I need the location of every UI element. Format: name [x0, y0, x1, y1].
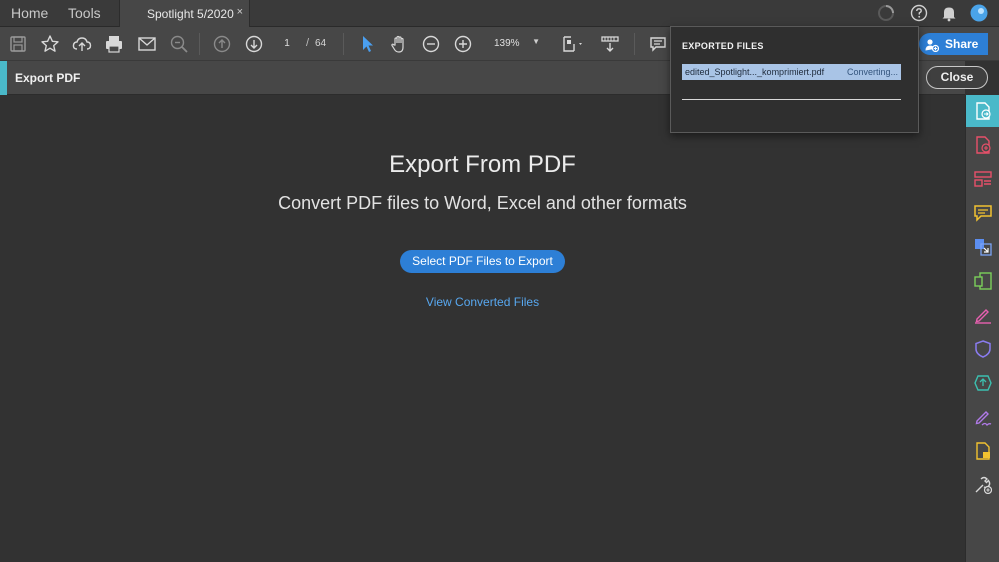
document-tab-label: Spotlight 5/2020 — [147, 7, 234, 21]
zoom-in-icon[interactable] — [453, 34, 473, 54]
view-converted-files-link[interactable]: View Converted Files — [0, 295, 965, 309]
scroll-mode-icon[interactable] — [600, 34, 620, 54]
loading-spinner-icon — [877, 4, 895, 22]
exported-file-name: edited_Spotlight..._komprimiert.pdf — [685, 67, 825, 77]
edit-pdf-icon[interactable] — [974, 272, 992, 290]
create-pdf-icon[interactable] — [974, 136, 992, 154]
comment-tool-icon[interactable] — [974, 204, 992, 222]
page-display-icon[interactable] — [561, 34, 587, 54]
zoom-level-value: 139% — [494, 38, 520, 49]
right-tools-rail — [965, 95, 999, 562]
organize-pages-icon[interactable] — [974, 170, 992, 188]
enhance-scans-icon[interactable] — [974, 374, 992, 392]
toolbar-divider — [199, 33, 200, 55]
select-pdf-files-button[interactable]: Select PDF Files to Export — [400, 250, 565, 273]
more-tools-icon[interactable] — [974, 476, 993, 495]
export-pdf-panel: Export From PDF Convert PDF files to Wor… — [0, 96, 965, 562]
popover-divider — [682, 99, 901, 100]
help-icon[interactable] — [910, 4, 928, 22]
tab-bar: Home Tools Spotlight 5/2020 × — [0, 0, 999, 28]
page-separator: / — [306, 37, 310, 49]
zoom-level-select[interactable]: 139% ▼ — [490, 37, 546, 53]
find-zoom-icon[interactable] — [169, 34, 189, 54]
request-signatures-icon[interactable] — [974, 408, 992, 427]
page-title: Export From PDF — [389, 151, 576, 178]
hand-tool-icon[interactable] — [389, 34, 409, 54]
export-pdf-icon[interactable] — [974, 102, 992, 120]
send-for-review-icon[interactable] — [974, 442, 992, 460]
comment-icon[interactable] — [648, 34, 668, 54]
zoom-out-icon[interactable] — [421, 34, 441, 54]
acrobat-window: Home Tools Spotlight 5/2020 × 1 / 64 139… — [0, 0, 999, 562]
tab-tools[interactable]: Tools — [68, 0, 101, 27]
exported-file-status: Converting... — [846, 67, 898, 77]
previous-page-icon[interactable] — [212, 34, 232, 54]
share-label: Share — [945, 37, 979, 51]
chevron-down-icon: ▼ — [532, 37, 540, 46]
next-page-icon[interactable] — [244, 34, 264, 54]
page-total: 64 — [315, 38, 327, 49]
popover-header: EXPORTED FILES — [682, 41, 764, 51]
tool-title: Export PDF — [15, 71, 81, 85]
close-tab-icon[interactable]: × — [237, 6, 243, 18]
tool-accent-bar — [0, 61, 7, 95]
select-cursor-icon[interactable] — [358, 34, 378, 54]
tab-document[interactable]: Spotlight 5/2020 × — [119, 0, 250, 28]
exported-files-popover: EXPORTED FILES edited_Spotlight..._kompr… — [670, 26, 919, 133]
notifications-bell-icon[interactable] — [940, 4, 958, 22]
bookmark-star-icon[interactable] — [40, 34, 60, 54]
protect-shield-icon[interactable] — [974, 340, 992, 358]
page-number-input[interactable]: 1 — [276, 36, 298, 52]
save-icon[interactable] — [8, 34, 28, 54]
add-user-icon — [925, 37, 940, 53]
close-tool-button[interactable]: Close — [926, 66, 988, 89]
exported-file-row[interactable]: edited_Spotlight..._komprimiert.pdf Conv… — [682, 64, 901, 80]
toolbar-divider — [634, 33, 635, 55]
page-subtitle: Convert PDF files to Word, Excel and oth… — [278, 193, 687, 213]
email-icon[interactable] — [137, 34, 157, 54]
share-button[interactable]: Share — [919, 33, 988, 55]
cloud-upload-icon[interactable] — [72, 34, 92, 54]
toolbar-divider — [343, 33, 344, 55]
fill-sign-icon[interactable] — [974, 306, 992, 324]
tab-home[interactable]: Home — [11, 0, 48, 27]
print-icon[interactable] — [104, 34, 124, 54]
avatar[interactable] — [970, 4, 988, 22]
combine-files-icon[interactable] — [974, 238, 992, 256]
